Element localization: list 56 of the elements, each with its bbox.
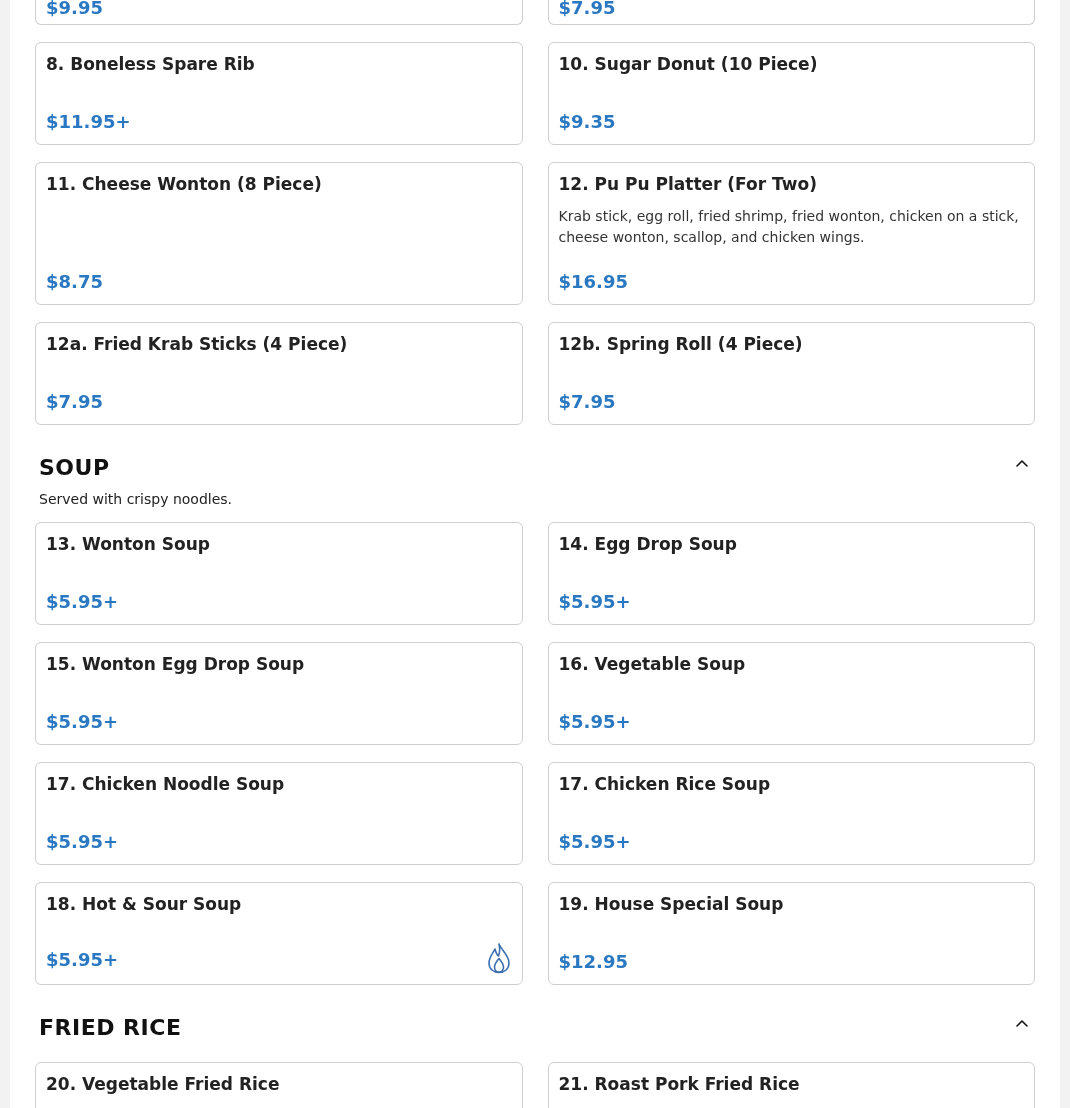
menu-item-card[interactable]: 17. Chicken Rice Soup $5.95+ bbox=[547, 762, 1035, 865]
menu-item-card[interactable]: $7.95 bbox=[547, 0, 1035, 25]
chevron-up-icon bbox=[1015, 1018, 1029, 1028]
menu-item-card[interactable]: 14. Egg Drop Soup $5.95+ bbox=[547, 522, 1035, 625]
section-description: Served with crispy noodles. bbox=[38, 490, 234, 509]
item-name: 17. Chicken Rice Soup bbox=[558, 773, 772, 796]
menu-item-card[interactable]: 17. Chicken Noodle Soup $5.95+ bbox=[35, 762, 523, 865]
menu-item-card[interactable]: 13. Wonton Soup $5.95+ bbox=[35, 522, 523, 625]
item-price: $5.95+ bbox=[558, 710, 631, 734]
menu-item-card[interactable]: 11. Cheese Wonton (8 Piece) $8.75 bbox=[35, 162, 523, 305]
item-price: $9.35 bbox=[558, 110, 616, 134]
item-price: $7.95 bbox=[558, 0, 616, 16]
menu-item-card[interactable]: 10. Sugar Donut (10 Piece) $9.35 bbox=[547, 42, 1035, 145]
menu-item-card[interactable]: 8. Boneless Spare Rib $11.95+ bbox=[35, 42, 523, 145]
item-price: $7.95 bbox=[558, 390, 616, 414]
item-price: $16.95 bbox=[558, 270, 628, 294]
menu-item-card[interactable]: 18. Hot & Sour Soup $5.95+ bbox=[35, 882, 523, 985]
item-name: 13. Wonton Soup bbox=[46, 533, 211, 556]
chevron-up-icon bbox=[1015, 458, 1029, 468]
item-price: $5.95+ bbox=[46, 590, 119, 614]
item-name: 11. Cheese Wonton (8 Piece) bbox=[46, 173, 323, 196]
menu-item-card[interactable]: 12b. Spring Roll (4 Piece) $7.95 bbox=[547, 322, 1035, 425]
item-name: 8. Boneless Spare Rib bbox=[46, 53, 256, 76]
section-heading: FRIED RICE bbox=[39, 1015, 182, 1041]
menu-item-card[interactable]: $9.95 bbox=[35, 0, 523, 25]
item-price: $7.95 bbox=[46, 390, 103, 414]
item-name: 18. Hot & Sour Soup bbox=[46, 893, 243, 916]
menu-item-card[interactable]: 20. Vegetable Fried Rice bbox=[35, 1062, 523, 1108]
menu-item-card[interactable]: 19. House Special Soup $12.95 bbox=[547, 882, 1035, 985]
item-name: 10. Sugar Donut (10 Piece) bbox=[558, 53, 819, 76]
item-name: 21. Roast Pork Fried Rice bbox=[558, 1073, 801, 1096]
item-price: $12.95 bbox=[558, 950, 628, 974]
section-heading: SOUP bbox=[39, 455, 110, 481]
item-price: $9.95 bbox=[46, 0, 103, 16]
item-name: 12. Pu Pu Platter (For Two) bbox=[558, 173, 818, 196]
item-description: Krab stick, egg roll, fried shrimp, fried wonton, chicken on a stick, cheese wonton, scallop, and chicken wings. bbox=[558, 207, 1020, 247]
item-name: 12b. Spring Roll (4 Piece) bbox=[558, 333, 804, 356]
item-name: 19. House Special Soup bbox=[558, 893, 785, 916]
item-name: 16. Vegetable Soup bbox=[558, 653, 747, 676]
menu-item-card[interactable]: 21. Roast Pork Fried Rice bbox=[547, 1062, 1035, 1108]
menu-item-card[interactable]: 12. Pu Pu Platter (For Two) Krab stick, egg roll, fried shrimp, fried wonton, chicken on a stick, cheese wonton, scallop, and chicken wings. $16.95 bbox=[547, 162, 1035, 305]
item-price: $11.95+ bbox=[46, 110, 131, 134]
item-price: $5.95+ bbox=[558, 590, 631, 614]
item-price: $5.95+ bbox=[46, 830, 119, 854]
menu-item-card[interactable]: 12a. Fried Krab Sticks (4 Piece) $7.95 bbox=[35, 322, 523, 425]
item-price: $5.95+ bbox=[46, 710, 119, 734]
item-price: $5.95+ bbox=[558, 830, 631, 854]
item-price: $5.95+ bbox=[46, 948, 119, 972]
item-price: $8.75 bbox=[46, 270, 103, 294]
item-name: 12a. Fried Krab Sticks (4 Piece) bbox=[46, 333, 349, 356]
menu-item-card[interactable]: 16. Vegetable Soup $5.95+ bbox=[547, 642, 1035, 745]
item-name: 17. Chicken Noodle Soup bbox=[46, 773, 286, 796]
menu-item-card[interactable]: 15. Wonton Egg Drop Soup $5.95+ bbox=[35, 642, 523, 745]
item-name: 15. Wonton Egg Drop Soup bbox=[46, 653, 306, 676]
item-name: 14. Egg Drop Soup bbox=[558, 533, 738, 556]
item-name: 20. Vegetable Fried Rice bbox=[46, 1073, 281, 1096]
